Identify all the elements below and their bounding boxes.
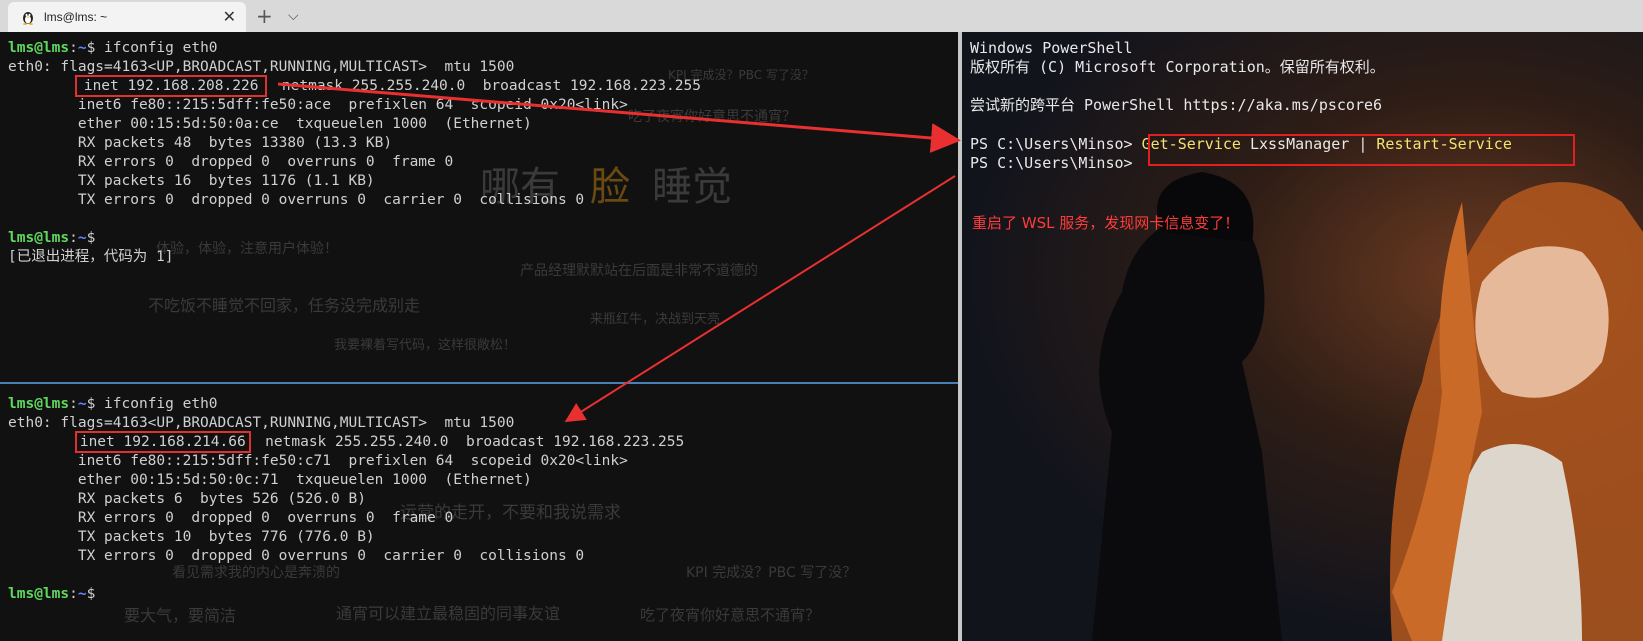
arrow-to-powershell — [277, 82, 961, 153]
annotation-arrows — [277, 82, 961, 423]
arrow-to-bottom-ip — [564, 175, 956, 423]
